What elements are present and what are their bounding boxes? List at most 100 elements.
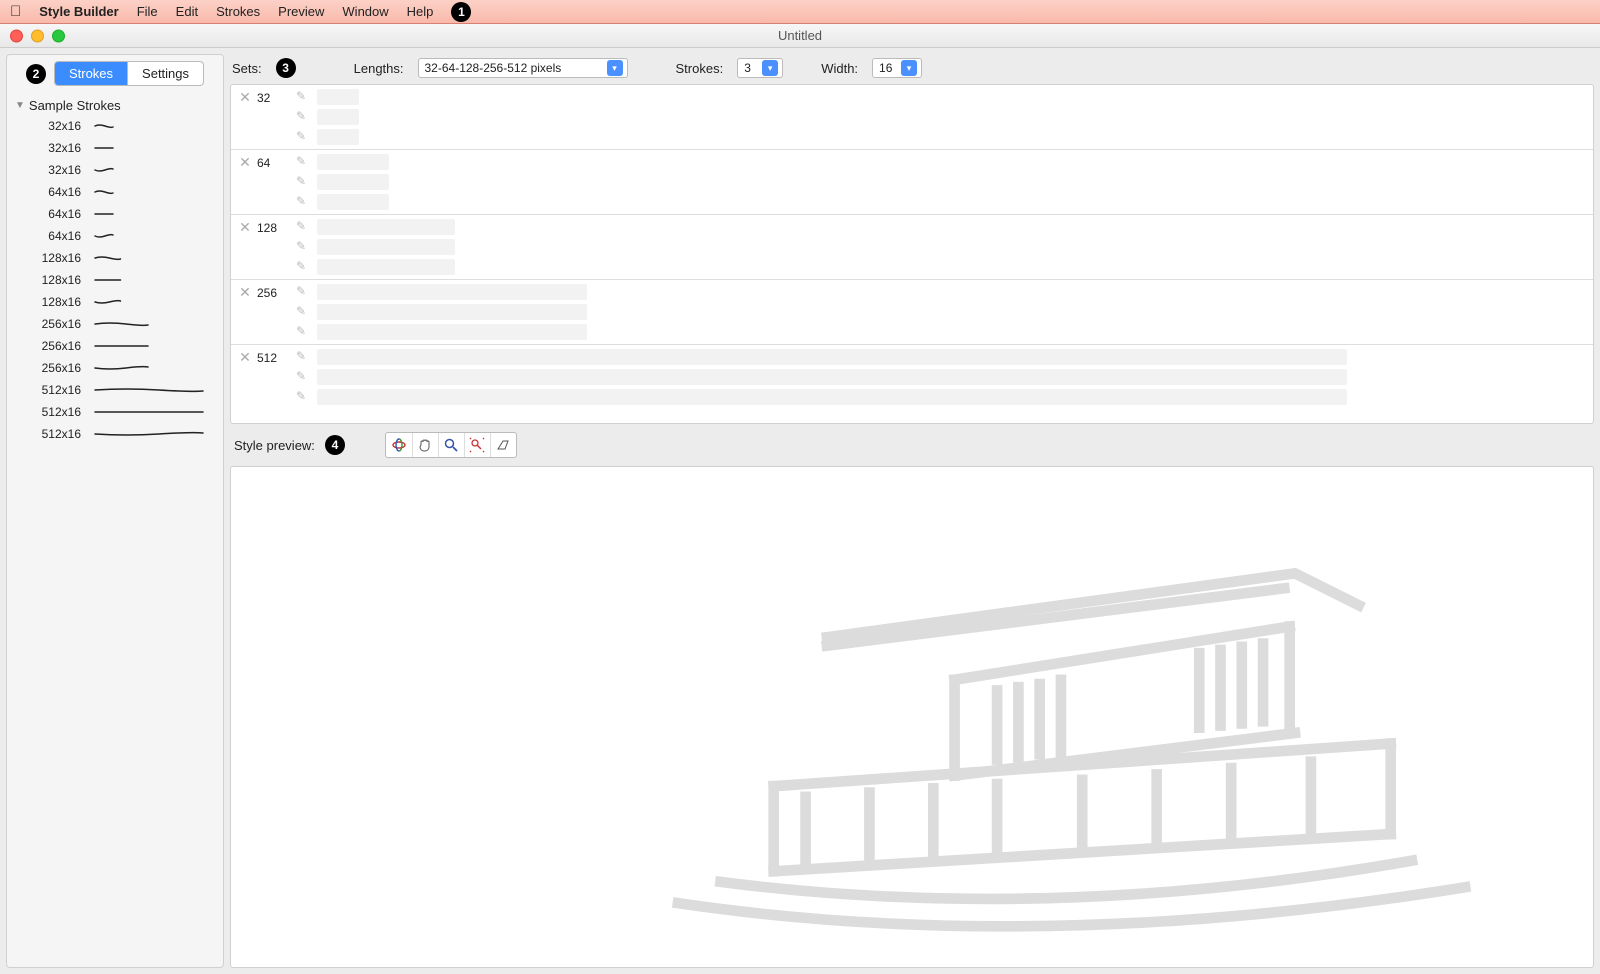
stroke-sample bbox=[89, 229, 217, 243]
menu-edit[interactable]: Edit bbox=[176, 4, 198, 19]
stroke-swatch[interactable] bbox=[317, 129, 359, 145]
stroke-item[interactable]: 128x16 bbox=[7, 291, 223, 313]
callout-4: 4 bbox=[325, 435, 345, 455]
stroke-swatch[interactable] bbox=[317, 324, 587, 340]
lock-icon[interactable]: ✎ bbox=[293, 389, 309, 405]
stroke-item[interactable]: 64x16 bbox=[7, 203, 223, 225]
style-preview-pane[interactable] bbox=[230, 466, 1594, 968]
hand-icon[interactable] bbox=[412, 433, 438, 457]
stroke-sample bbox=[89, 383, 217, 397]
stroke-item[interactable]: 256x16 bbox=[7, 357, 223, 379]
stroke-item[interactable]: 32x16 bbox=[7, 137, 223, 159]
stroke-item[interactable]: 512x16 bbox=[7, 401, 223, 423]
stroke-dim: 256x16 bbox=[35, 339, 81, 353]
zoom-extents-icon[interactable] bbox=[464, 433, 490, 457]
remove-row-button[interactable]: ✕ bbox=[237, 349, 253, 366]
window-title: Untitled bbox=[778, 28, 822, 43]
orbit-icon[interactable] bbox=[386, 433, 412, 457]
lock-icon[interactable]: ✎ bbox=[293, 129, 309, 145]
lock-icon[interactable]: ✎ bbox=[293, 109, 309, 125]
menu-strokes[interactable]: Strokes bbox=[216, 4, 260, 19]
stroke-swatch[interactable] bbox=[317, 349, 1347, 365]
stroke-item[interactable]: 128x16 bbox=[7, 269, 223, 291]
lock-icon[interactable]: ✎ bbox=[293, 349, 309, 365]
traffic-lights bbox=[10, 29, 65, 42]
lengths-select[interactable]: 32-64-128-256-512 pixels ▾ bbox=[418, 58, 628, 78]
stroke-sample bbox=[89, 141, 217, 155]
stroke-dim: 512x16 bbox=[35, 427, 81, 441]
stroke-swatch[interactable] bbox=[317, 304, 587, 320]
lock-icon[interactable]: ✎ bbox=[293, 284, 309, 300]
remove-row-button[interactable]: ✕ bbox=[237, 89, 253, 106]
strokes-select[interactable]: 3 ▾ bbox=[737, 58, 783, 78]
menu-file[interactable]: File bbox=[137, 4, 158, 19]
stroke-item[interactable]: 256x16 bbox=[7, 313, 223, 335]
lock-icon[interactable]: ✎ bbox=[293, 194, 309, 210]
set-row: ✕64✎✎✎ bbox=[231, 150, 1593, 215]
tab-settings[interactable]: Settings bbox=[127, 62, 203, 85]
remove-row-button[interactable]: ✕ bbox=[237, 284, 253, 301]
menu-window[interactable]: Window bbox=[342, 4, 388, 19]
zoom-icon[interactable] bbox=[438, 433, 464, 457]
close-window-button[interactable] bbox=[10, 29, 23, 42]
stroke-swatch[interactable] bbox=[317, 284, 587, 300]
apple-icon[interactable]:  bbox=[10, 3, 21, 20]
stroke-sample bbox=[89, 273, 217, 287]
stroke-item[interactable]: 64x16 bbox=[7, 225, 223, 247]
swatch-column bbox=[317, 219, 455, 275]
width-label: Width: bbox=[821, 61, 858, 76]
menu-preview[interactable]: Preview bbox=[278, 4, 324, 19]
lock-icon[interactable]: ✎ bbox=[293, 369, 309, 385]
stroke-dim: 128x16 bbox=[35, 273, 81, 287]
row-length-label: 256 bbox=[257, 284, 293, 300]
lock-icon[interactable]: ✎ bbox=[293, 324, 309, 340]
stroke-sample bbox=[89, 361, 217, 375]
stroke-swatch[interactable] bbox=[317, 219, 455, 235]
stroke-item[interactable]: 512x16 bbox=[7, 423, 223, 445]
remove-row-button[interactable]: ✕ bbox=[237, 219, 253, 236]
lock-icon[interactable]: ✎ bbox=[293, 219, 309, 235]
lock-icon[interactable]: ✎ bbox=[293, 174, 309, 190]
stroke-swatch[interactable] bbox=[317, 389, 1347, 405]
width-select[interactable]: 16 ▾ bbox=[872, 58, 922, 78]
strokes-value: 3 bbox=[744, 61, 756, 75]
stroke-group-header[interactable]: ▼ Sample Strokes bbox=[7, 96, 223, 115]
stroke-swatch[interactable] bbox=[317, 174, 389, 190]
lock-icon[interactable]: ✎ bbox=[293, 304, 309, 320]
stroke-swatch[interactable] bbox=[317, 259, 455, 275]
stroke-sample bbox=[89, 317, 217, 331]
stroke-swatch[interactable] bbox=[317, 89, 359, 105]
stroke-item[interactable]: 32x16 bbox=[7, 115, 223, 137]
tab-strokes[interactable]: Strokes bbox=[55, 62, 127, 85]
lock-icon[interactable]: ✎ bbox=[293, 154, 309, 170]
row-length-label: 128 bbox=[257, 219, 293, 235]
lock-icon[interactable]: ✎ bbox=[293, 259, 309, 275]
stroke-swatch[interactable] bbox=[317, 109, 359, 125]
minimize-window-button[interactable] bbox=[31, 29, 44, 42]
set-row: ✕32✎✎✎ bbox=[231, 85, 1593, 150]
stroke-dim: 128x16 bbox=[35, 251, 81, 265]
stroke-item[interactable]: 512x16 bbox=[7, 379, 223, 401]
zoom-window-button[interactable] bbox=[52, 29, 65, 42]
stroke-swatch[interactable] bbox=[317, 369, 1347, 385]
app-name[interactable]: Style Builder bbox=[39, 4, 118, 19]
menu-help[interactable]: Help bbox=[407, 4, 434, 19]
lock-column: ✎ ✎ ✎ bbox=[293, 154, 317, 210]
set-row: ✕512✎✎✎ bbox=[231, 345, 1593, 409]
row-length-label: 32 bbox=[257, 89, 293, 105]
stroke-swatch[interactable] bbox=[317, 239, 455, 255]
clear-icon[interactable] bbox=[490, 433, 516, 457]
stroke-item[interactable]: 256x16 bbox=[7, 335, 223, 357]
stroke-item[interactable]: 64x16 bbox=[7, 181, 223, 203]
window-titlebar: Untitled bbox=[0, 24, 1600, 48]
lock-icon[interactable]: ✎ bbox=[293, 239, 309, 255]
stroke-dim: 64x16 bbox=[35, 229, 81, 243]
lock-icon[interactable]: ✎ bbox=[293, 89, 309, 105]
stroke-swatch[interactable] bbox=[317, 194, 389, 210]
stroke-swatch[interactable] bbox=[317, 154, 389, 170]
stroke-group-title: Sample Strokes bbox=[29, 98, 121, 113]
stroke-item[interactable]: 128x16 bbox=[7, 247, 223, 269]
stroke-dim: 256x16 bbox=[35, 317, 81, 331]
stroke-item[interactable]: 32x16 bbox=[7, 159, 223, 181]
remove-row-button[interactable]: ✕ bbox=[237, 154, 253, 171]
